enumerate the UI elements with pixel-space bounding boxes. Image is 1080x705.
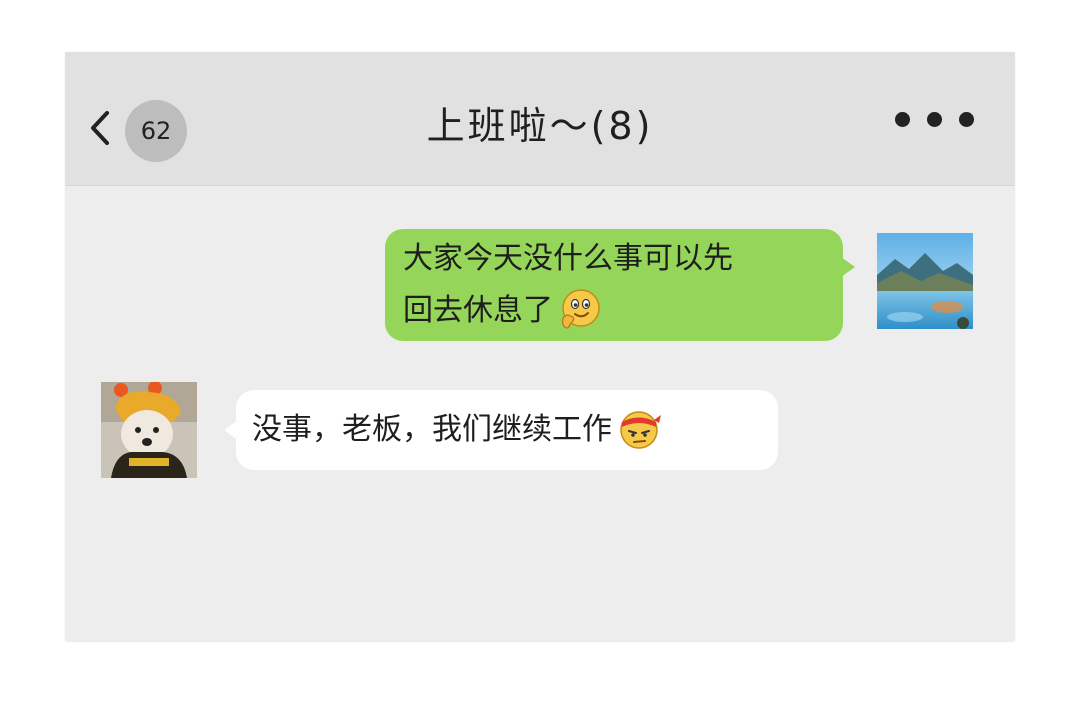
thinking-emoji-icon bbox=[561, 288, 600, 329]
unread-count-badge[interactable]: 62 bbox=[125, 100, 187, 162]
self-avatar-landscape-image[interactable] bbox=[877, 233, 973, 329]
message-text-line: 回去休息了 bbox=[403, 293, 553, 328]
more-dot bbox=[927, 112, 942, 127]
message-bubble-other[interactable]: 没事，老板，我们继续工作 bbox=[224, 390, 778, 470]
headband-emoji-icon bbox=[620, 410, 661, 449]
message-bubble-self[interactable]: 大家今天没什么事可以先 回去休息了 bbox=[385, 229, 855, 341]
bubble-tail bbox=[224, 420, 238, 440]
chevron-left-icon[interactable] bbox=[85, 107, 115, 149]
message-text-line: 大家今天没什么事可以先 bbox=[403, 241, 733, 276]
chat-title: 上班啦～(8) bbox=[426, 104, 654, 148]
bubble-tail bbox=[841, 257, 855, 277]
more-dots-icon[interactable] bbox=[891, 106, 981, 132]
chat-header: 62 上班啦～(8) bbox=[65, 52, 1015, 186]
message-text-line: 没事，老板，我们继续工作 bbox=[252, 412, 612, 447]
chat-screenshot: 62 上班啦～(8) 大家今天没什么事可以先 回去休息了 没事，老板，我们继续工… bbox=[0, 0, 1080, 705]
message-text-line-with-emoji: 没事，老板，我们继续工作 bbox=[252, 404, 778, 456]
message-text-line-with-emoji: 回去休息了 bbox=[403, 285, 843, 337]
other-avatar-dog-image[interactable] bbox=[101, 382, 197, 478]
chat-window: 62 上班啦～(8) 大家今天没什么事可以先 回去休息了 没事，老板，我们继续工… bbox=[65, 52, 1015, 642]
more-dot bbox=[959, 112, 974, 127]
more-dot bbox=[895, 112, 910, 127]
